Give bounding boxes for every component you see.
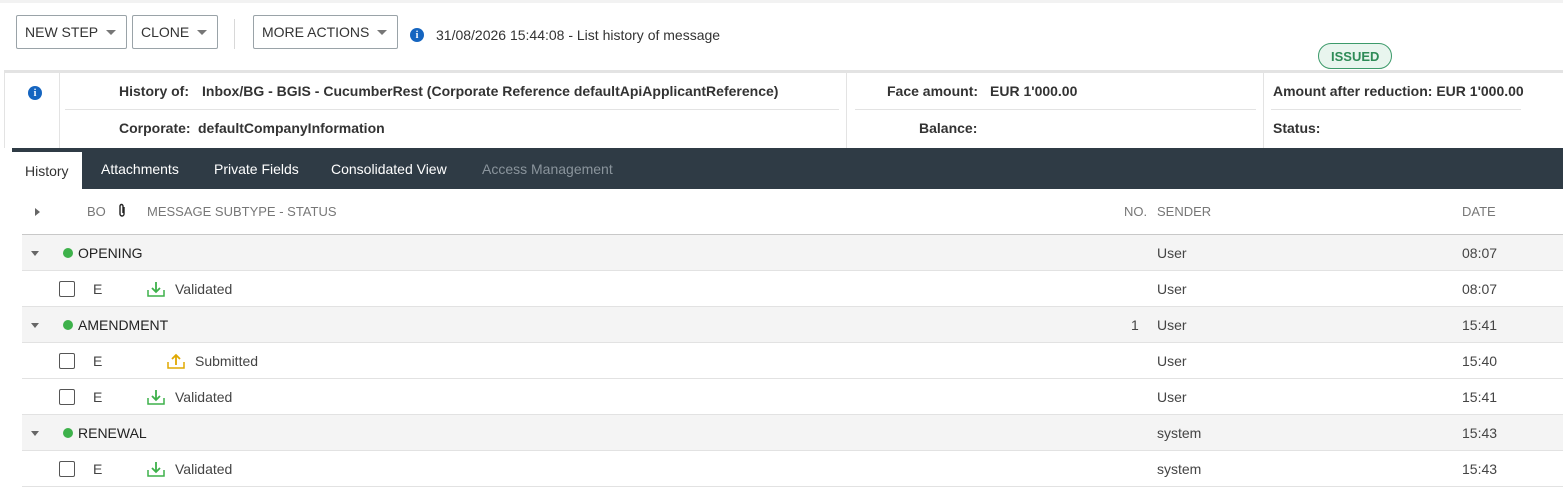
row-checkbox[interactable] — [59, 461, 75, 477]
new-step-label: NEW STEP — [25, 24, 99, 40]
status-cell: Validated — [175, 461, 233, 477]
column-header-sender[interactable]: SENDER — [1157, 204, 1211, 219]
sender-cell: system — [1157, 425, 1202, 441]
clone-label: CLONE — [141, 24, 190, 40]
corporate-value: defaultCompanyInformation — [198, 120, 385, 136]
collapse-icon[interactable] — [31, 431, 39, 436]
history-of-label: History of: — [119, 83, 189, 99]
balance-label: Balance: — [919, 120, 978, 136]
date-cell: 15:43 — [1462, 461, 1498, 477]
row-divider — [855, 109, 1256, 110]
tab-bar: History Attachments Private Fields Conso… — [12, 148, 1563, 189]
bo-cell: E — [93, 353, 103, 369]
bo-cell: E — [93, 281, 103, 297]
number-cell: 1 — [1131, 317, 1139, 333]
row-checkbox[interactable] — [59, 389, 75, 405]
tab-private-fields[interactable]: Private Fields — [201, 148, 312, 189]
download-icon — [147, 282, 165, 297]
more-actions-button[interactable]: MORE ACTIONS — [253, 15, 399, 49]
column-header-subtype-status[interactable]: MESSAGE SUBTYPE - STATUS — [147, 204, 337, 219]
column-header-no[interactable]: NO. — [1124, 204, 1147, 219]
paperclip-icon — [119, 203, 125, 217]
chevron-down-icon — [377, 29, 388, 35]
date-cell: 15:43 — [1462, 425, 1498, 441]
bo-cell: E — [93, 461, 103, 477]
message-summary-panel: i History of: Inbox/BG - BGIS - Cucumber… — [4, 70, 1563, 148]
date-cell: 15:40 — [1462, 353, 1498, 369]
group-row-amendment[interactable]: AMENDMENT 1 User 15:41 — [22, 307, 1563, 343]
collapse-icon[interactable] — [31, 251, 39, 256]
status-dot-icon — [63, 248, 73, 258]
sender-cell: User — [1157, 245, 1187, 261]
info-icon[interactable]: i — [28, 86, 42, 100]
date-cell: 15:41 — [1462, 389, 1498, 405]
group-row-renewal[interactable]: RENEWAL system 15:43 — [22, 415, 1563, 451]
group-name: RENEWAL — [78, 425, 147, 441]
group-name: OPENING — [78, 245, 143, 261]
tab-consolidated-view[interactable]: Consolidated View — [318, 148, 460, 189]
table-row[interactable]: E Validated User 08:07 — [22, 271, 1563, 307]
sender-cell: User — [1157, 389, 1187, 405]
download-icon — [147, 462, 165, 477]
column-header-date[interactable]: DATE — [1462, 204, 1496, 219]
group-name: AMENDMENT — [78, 317, 169, 333]
status-cell: Validated — [175, 281, 233, 297]
row-divider — [65, 109, 839, 110]
upload-icon — [167, 353, 185, 369]
history-grid: BO MESSAGE SUBTYPE - STATUS NO. SENDER D… — [22, 189, 1563, 487]
tab-history[interactable]: History — [12, 152, 82, 189]
status-cell: Validated — [175, 389, 233, 405]
row-divider — [1271, 109, 1521, 110]
sender-cell: system — [1157, 461, 1202, 477]
chevron-down-icon — [106, 29, 117, 35]
more-actions-label: MORE ACTIONS — [262, 24, 370, 40]
summary-icon-column: i — [5, 73, 60, 148]
clone-button[interactable]: CLONE — [132, 15, 219, 49]
sender-cell: User — [1157, 281, 1187, 297]
toolbar-divider — [234, 19, 235, 49]
chevron-down-icon — [197, 29, 208, 35]
column-divider — [1263, 73, 1264, 148]
group-row-opening[interactable]: OPENING User 08:07 — [22, 235, 1563, 271]
date-cell: 08:07 — [1462, 281, 1498, 297]
collapse-icon[interactable] — [31, 323, 39, 328]
tab-access-management: Access Management — [482, 160, 613, 177]
history-of-value: Inbox/BG - BGIS - CucumberRest (Corporat… — [202, 83, 779, 99]
date-cell: 15:41 — [1462, 317, 1498, 333]
table-row[interactable]: E Validated system 15:43 — [22, 451, 1563, 487]
download-icon — [147, 390, 165, 405]
status-badge: ISSUED — [1318, 43, 1393, 69]
row-checkbox[interactable] — [59, 353, 75, 369]
info-message-text: 31/08/2026 15:44:08 - List history of me… — [436, 27, 721, 43]
date-cell: 08:07 — [1462, 245, 1498, 261]
grid-header: BO MESSAGE SUBTYPE - STATUS NO. SENDER D… — [22, 189, 1563, 235]
amount-after-reduction: Amount after reduction: EUR 1'000.00 — [1273, 83, 1524, 99]
table-row[interactable]: E Submitted User 15:40 — [22, 343, 1563, 379]
status-cell: Submitted — [195, 353, 259, 369]
info-icon: i — [410, 28, 424, 42]
expand-all-icon[interactable] — [35, 208, 40, 216]
face-amount-value: EUR 1'000.00 — [990, 83, 1078, 99]
toolbar-info-message: i 31/08/2026 15:44:08 - List history of … — [410, 27, 720, 43]
row-checkbox[interactable] — [59, 281, 75, 297]
face-amount-label: Face amount: — [887, 83, 979, 99]
status-label: Status: — [1273, 120, 1321, 136]
status-dot-icon — [63, 320, 73, 330]
bo-cell: E — [93, 389, 103, 405]
corporate-label: Corporate: — [119, 120, 191, 136]
sender-cell: User — [1157, 317, 1187, 333]
status-dot-icon — [63, 428, 73, 438]
column-header-bo[interactable]: BO — [87, 204, 106, 219]
sender-cell: User — [1157, 353, 1187, 369]
new-step-button[interactable]: NEW STEP — [16, 15, 128, 49]
tab-attachments[interactable]: Attachments — [88, 148, 192, 189]
table-row[interactable]: E Validated User 15:41 — [22, 379, 1563, 415]
column-divider — [846, 73, 847, 148]
